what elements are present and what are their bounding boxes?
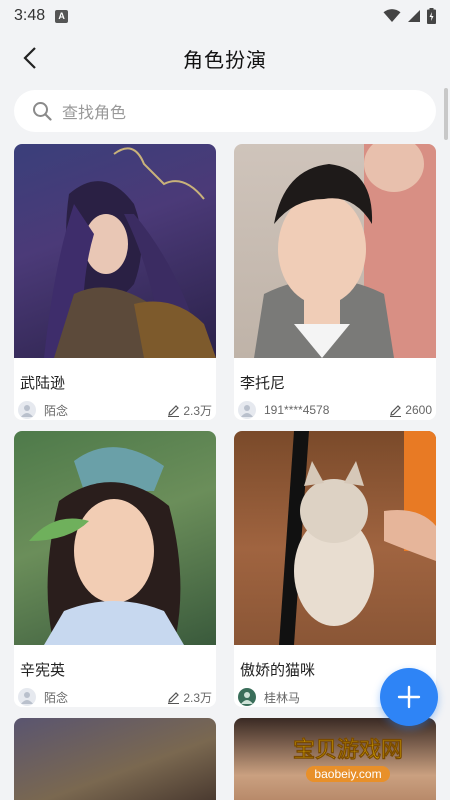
avatar [238, 401, 256, 419]
watermark-title: 宝贝游戏网 [292, 737, 404, 763]
user-icon [21, 692, 33, 704]
usage-count: 2.3万 [167, 689, 212, 706]
status-bar: 3:48 A [0, 0, 450, 32]
author-name: 陌念 [44, 403, 69, 418]
pencil-icon [390, 404, 402, 417]
search-icon [33, 102, 52, 121]
character-image [234, 431, 436, 645]
status-time: 3:48 [14, 7, 46, 24]
signal-icon [408, 10, 420, 22]
card-meta: 陌念 2.3万 [14, 396, 216, 420]
search-input[interactable]: 查找角色 [14, 90, 436, 132]
author-name: 191****4578 [264, 403, 330, 417]
add-character-button[interactable] [380, 668, 438, 726]
avatar [238, 688, 256, 706]
character-card[interactable] [14, 718, 216, 800]
avatar [18, 688, 36, 706]
wifi-icon [383, 9, 401, 22]
app-header: 角色扮演 [0, 32, 450, 84]
back-arrow-icon [23, 47, 36, 69]
battery-icon [427, 8, 436, 24]
usage-count: 2.3万 [167, 402, 212, 419]
user-icon [241, 405, 253, 417]
card-meta: 191****4578 2600 [234, 396, 436, 420]
character-name: 辛宪英 [20, 662, 66, 679]
character-card[interactable]: 傲娇的猫咪 桂林马 [234, 431, 436, 707]
author-name: 陌念 [44, 690, 69, 705]
usage-count-value: 2.3万 [183, 403, 212, 418]
user-icon [241, 692, 253, 704]
avatar [18, 401, 36, 419]
character-image [14, 431, 216, 645]
card-meta: 陌念 2.3万 [14, 683, 216, 707]
character-card[interactable]: 李托尼 191****4578 2600 [234, 144, 436, 420]
character-image [234, 144, 436, 358]
watermark: 宝贝游戏网 baobeiy.com [278, 718, 418, 788]
scrollbar[interactable] [444, 88, 448, 140]
character-name: 李托尼 [240, 375, 286, 392]
page-title: 角色扮演 [183, 49, 267, 72]
plus-icon [397, 685, 421, 709]
character-card[interactable]: 武陆逊 陌念 2.3万 [14, 144, 216, 420]
back-button[interactable] [14, 42, 46, 74]
search-placeholder: 查找角色 [62, 105, 127, 122]
usage-count-value: 2600 [405, 403, 432, 417]
character-name: 武陆逊 [20, 375, 66, 392]
character-image [14, 718, 216, 800]
character-image [14, 144, 216, 358]
pencil-icon [168, 404, 180, 417]
pencil-icon [168, 691, 180, 704]
notification-icon: A [55, 9, 69, 23]
watermark-url: baobeiy.com [306, 766, 390, 782]
usage-count: 2600 [389, 403, 432, 417]
character-card[interactable]: 辛宪英 陌念 2.3万 [14, 431, 216, 707]
status-icons [383, 8, 436, 24]
usage-count-value: 2.3万 [183, 690, 212, 705]
user-icon [21, 405, 33, 417]
